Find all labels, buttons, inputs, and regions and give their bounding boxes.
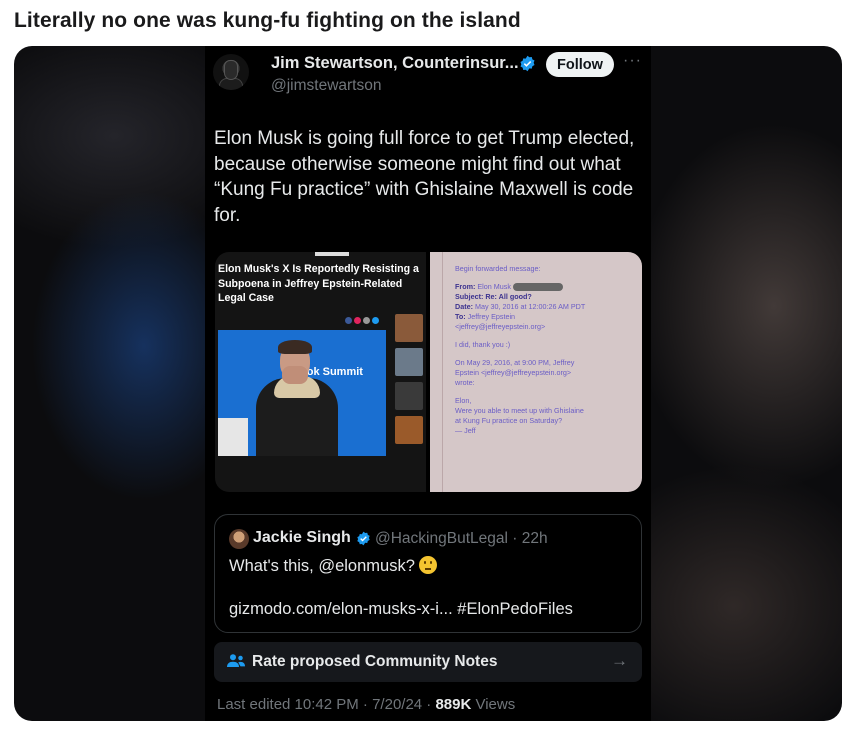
quoted-handle-time: @HackingButLegal · 22h xyxy=(375,530,548,547)
quoted-tweet: Jackie Singh @HackingButLegal · 22h What… xyxy=(214,514,642,633)
email-quoted: Elon, xyxy=(455,396,472,405)
email-quoted: Epstein <jeffrey@jeffreyepstein.org> xyxy=(455,368,572,377)
email-quoted: at Kung Fu practice on Saturday? xyxy=(455,416,563,425)
share-icon xyxy=(363,317,370,324)
email-margin-line xyxy=(442,252,443,492)
post-title[interactable]: Literally no one was kung-fu fighting on… xyxy=(14,9,521,33)
share-icon xyxy=(372,317,379,324)
more-options-icon: ··· xyxy=(623,52,642,69)
people-icon xyxy=(227,654,245,667)
email-date: Date: May 30, 2016 at 12:00:26 AM PDT xyxy=(455,302,586,311)
email-quoted: Were you able to meet up with Ghislaine xyxy=(455,406,584,415)
email-to-address: <jeffrey@jeffreyepstein.org> xyxy=(455,322,546,331)
email-text: Begin forwarded message: From: Elon Musk… xyxy=(455,264,635,436)
email-reply: I did, thank you :) xyxy=(455,340,511,349)
email-from: From: Elon Musk xyxy=(455,282,635,292)
article-tag xyxy=(315,252,349,256)
tweet-meta: Last edited 10:42 PM · 7/20/24 · 889K Vi… xyxy=(217,696,516,713)
redaction-bar xyxy=(512,283,563,292)
tweet-text: Elon Musk is going full force to get Tru… xyxy=(214,128,635,226)
quoted-link: gizmodo.com/elon-musks-x-i... #ElonPedoF… xyxy=(229,600,573,618)
share-icons xyxy=(345,317,379,324)
arrow-right-icon: → xyxy=(611,651,628,670)
ad-image xyxy=(395,416,423,444)
quoted-author-avatar xyxy=(229,529,249,549)
tweet-images: Elon Musk's X Is Reportedly Resisting a … xyxy=(215,252,642,492)
ad-image xyxy=(395,382,423,410)
ad-image xyxy=(395,348,423,376)
quoted-text: What's this, @elonmusk? xyxy=(229,556,437,576)
post-image[interactable]: Jim Stewartson, Counterinsur... @jimstew… xyxy=(14,46,842,721)
author-avatar xyxy=(213,54,249,90)
photo-person-hands xyxy=(282,366,308,384)
thinking-face-icon xyxy=(418,556,437,574)
photo-person-hair xyxy=(278,340,312,354)
ad-image xyxy=(395,314,423,342)
quoted-author-name: Jackie Singh xyxy=(253,529,351,546)
community-notes-label: Rate proposed Community Notes xyxy=(252,653,498,670)
avatar-face xyxy=(224,60,238,80)
article-ads xyxy=(395,314,425,450)
email-quoted: wrote: xyxy=(455,378,475,387)
author-handle: @jimstewartson xyxy=(271,77,382,94)
share-icon xyxy=(354,317,361,324)
email-screenshot: Begin forwarded message: From: Elon Musk… xyxy=(430,252,642,492)
tweet-screenshot: Jim Stewartson, Counterinsur... @jimstew… xyxy=(205,46,651,721)
article-headline: Elon Musk's X Is Reportedly Resisting a … xyxy=(218,263,419,304)
email-line: Begin forwarded message: xyxy=(455,264,541,273)
verified-badge-icon xyxy=(520,55,535,72)
community-notes-bar: Rate proposed Community Notes → xyxy=(214,642,642,682)
author-name: Jim Stewartson, Counterinsur... xyxy=(271,54,519,72)
photo-chair xyxy=(218,418,248,456)
email-quoted: — Jeff xyxy=(455,426,476,435)
verified-badge-icon xyxy=(357,531,370,546)
article-photo: ook Summit xyxy=(218,330,386,456)
article-screenshot: Elon Musk's X Is Reportedly Resisting a … xyxy=(215,252,426,492)
email-subject: Subject: Re: All good? xyxy=(455,292,532,301)
email-quoted: On May 29, 2016, at 9:00 PM, Jeffrey xyxy=(455,358,575,367)
share-icon xyxy=(345,317,352,324)
follow-button: Follow xyxy=(546,52,614,77)
email-to: To: Jeffrey Epstein xyxy=(455,312,516,321)
